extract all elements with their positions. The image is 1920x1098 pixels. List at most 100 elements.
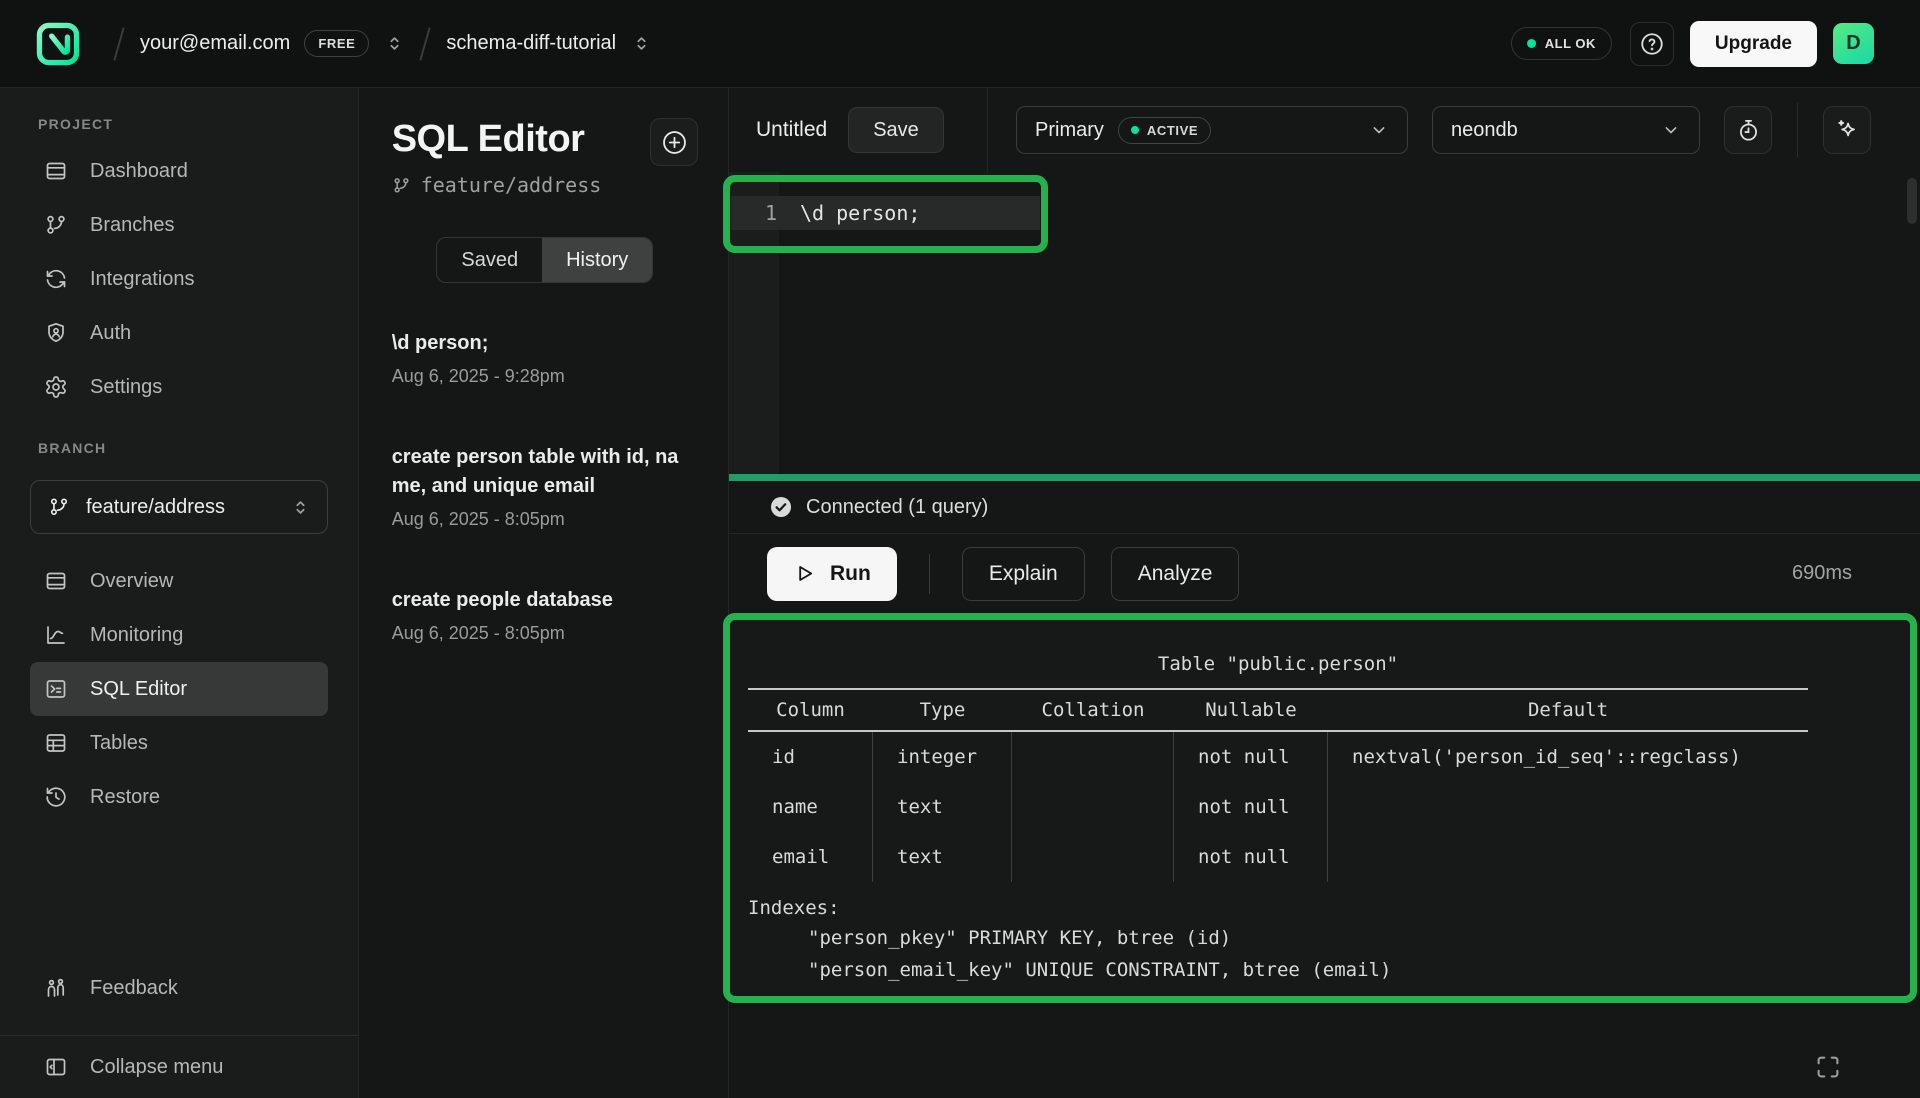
collapse-menu-button[interactable]: Collapse menu: [30, 1040, 328, 1094]
code-editor[interactable]: 1 \d person;: [729, 172, 1920, 474]
overview-icon: [44, 569, 68, 593]
query-tab-untitled[interactable]: Untitled: [756, 118, 827, 142]
git-branch-icon: [44, 213, 68, 237]
sidebar: PROJECT Dashboard Branches: [0, 88, 359, 1098]
git-branch-icon: [48, 496, 70, 518]
database-name: neondb: [1451, 119, 1518, 142]
history-panel: SQL Editor feature/address: [359, 88, 729, 1098]
result-table-header: Column Type Collation Nullable Default: [748, 690, 1808, 730]
check-circle-icon: [769, 495, 793, 519]
upgrade-button[interactable]: Upgrade: [1690, 21, 1817, 67]
chevron-down-icon: [1369, 120, 1389, 140]
sidebar-item-restore[interactable]: Restore: [30, 770, 328, 824]
account-switcher-chevrons-icon[interactable]: [385, 34, 404, 53]
project-switcher-chevrons-icon[interactable]: [632, 34, 651, 53]
sidebar-item-overview[interactable]: Overview: [30, 554, 328, 608]
query-duration: 690ms: [1792, 562, 1852, 585]
current-branch-label: feature/address: [421, 173, 602, 197]
editor-toolbar: Untitled Save Primary ACTIVE neondb: [729, 88, 1920, 172]
tab-saved[interactable]: Saved: [437, 238, 542, 282]
avatar[interactable]: D: [1833, 23, 1874, 64]
plan-badge: FREE: [304, 30, 369, 57]
editor-scrollbar-thumb[interactable]: [1907, 178, 1917, 224]
stopwatch-icon: [1736, 118, 1761, 143]
indexes-label: Indexes:: [748, 894, 1910, 922]
active-dot-icon: [1131, 126, 1139, 134]
table-row: id integer not null nextval('person_id_s…: [748, 732, 1808, 782]
sidebar-item-label: Tables: [90, 732, 148, 755]
sidebar-item-sql-editor[interactable]: SQL Editor: [30, 662, 328, 716]
toolbar-divider: [1797, 103, 1798, 157]
history-item[interactable]: \d person; Aug 6, 2025 - 9:28pm: [392, 329, 698, 387]
history-timestamp: Aug 6, 2025 - 8:05pm: [392, 509, 698, 530]
sidebar-item-auth[interactable]: Auth: [30, 306, 328, 360]
indexes-block: Indexes: "person_pkey" PRIMARY KEY, btre…: [748, 894, 1910, 986]
account-email[interactable]: your@email.com: [140, 32, 290, 55]
history-query: create people database: [392, 586, 694, 615]
editor-results-splitter[interactable]: [729, 474, 1920, 481]
sidebar-item-feedback[interactable]: Feedback: [30, 961, 328, 1015]
compute-selector[interactable]: Primary ACTIVE: [1016, 106, 1408, 154]
sidebar-item-settings[interactable]: Settings: [30, 360, 328, 414]
question-circle-icon: [1639, 31, 1665, 57]
git-branch-icon: [392, 176, 411, 195]
topbar: your@email.com FREE schema-diff-tutorial…: [0, 0, 1920, 88]
line-number: 1: [731, 201, 800, 225]
sidebar-item-label: Feedback: [90, 977, 178, 1000]
branch-section-label: BRANCH: [0, 440, 358, 456]
query-results-output: Table "public.person" Column Type Collat…: [730, 620, 1910, 986]
sidebar-item-label: Overview: [90, 570, 173, 593]
gear-icon: [44, 375, 68, 399]
sidebar-item-tables[interactable]: Tables: [30, 716, 328, 770]
tables-icon: [44, 731, 68, 755]
restore-icon: [44, 785, 68, 809]
database-selector[interactable]: neondb: [1432, 106, 1700, 154]
auth-shield-icon: [44, 321, 68, 345]
table-row: name text not null: [748, 782, 1808, 832]
sidebar-item-monitoring[interactable]: Monitoring: [30, 608, 328, 662]
breadcrumb-separator: [420, 27, 431, 60]
history-query: \d person;: [392, 329, 694, 358]
query-actionbar: Run Explain Analyze 690ms: [729, 534, 1920, 613]
branch-selector[interactable]: feature/address: [30, 480, 328, 534]
expand-results-button[interactable]: [1813, 1052, 1843, 1082]
run-button[interactable]: Run: [767, 547, 897, 601]
sidebar-item-dashboard[interactable]: Dashboard: [30, 144, 328, 198]
branch-selector-chevrons-icon: [291, 498, 310, 517]
tab-history[interactable]: History: [542, 238, 652, 282]
query-timing-button[interactable]: [1724, 106, 1772, 154]
plus-circle-icon: [661, 129, 688, 156]
result-table-title: Table "public.person": [748, 650, 1808, 678]
editor-active-line[interactable]: 1 \d person;: [731, 196, 1040, 230]
feedback-people-icon: [44, 976, 68, 1000]
chevron-down-icon: [1661, 120, 1681, 140]
help-button[interactable]: [1630, 22, 1674, 66]
ai-assist-button[interactable]: [1823, 106, 1871, 154]
neon-logo[interactable]: [36, 22, 80, 66]
project-section-label: PROJECT: [0, 116, 358, 132]
sidebar-item-label: Auth: [90, 322, 131, 345]
history-timestamp: Aug 6, 2025 - 8:05pm: [392, 623, 698, 644]
connection-status-text: Connected (1 query): [806, 496, 988, 519]
sidebar-item-integrations[interactable]: Integrations: [30, 252, 328, 306]
analyze-button[interactable]: Analyze: [1111, 547, 1240, 601]
monitoring-icon: [44, 623, 68, 647]
status-label: ALL OK: [1545, 36, 1596, 51]
sidebar-item-label: Settings: [90, 376, 162, 399]
collapse-panel-icon: [44, 1055, 68, 1079]
saved-history-tabs: Saved History: [436, 237, 653, 283]
history-query: create person table with id, name, and u…: [392, 443, 694, 501]
sidebar-item-branches[interactable]: Branches: [30, 198, 328, 252]
save-button[interactable]: Save: [848, 107, 944, 153]
new-query-button[interactable]: [650, 118, 698, 166]
project-name[interactable]: schema-diff-tutorial: [446, 32, 616, 55]
history-timestamp: Aug 6, 2025 - 9:28pm: [392, 366, 698, 387]
history-item[interactable]: create person table with id, name, and u…: [392, 443, 698, 530]
history-item[interactable]: create people database Aug 6, 2025 - 8:0…: [392, 586, 698, 644]
explain-button[interactable]: Explain: [962, 547, 1085, 601]
index-line: "person_email_key" UNIQUE CONSTRAINT, bt…: [748, 954, 1910, 986]
sidebar-item-label: Restore: [90, 786, 160, 809]
system-status-pill[interactable]: ALL OK: [1511, 27, 1612, 60]
breadcrumb-separator: [113, 27, 124, 60]
sidebar-item-label: Branches: [90, 214, 175, 237]
